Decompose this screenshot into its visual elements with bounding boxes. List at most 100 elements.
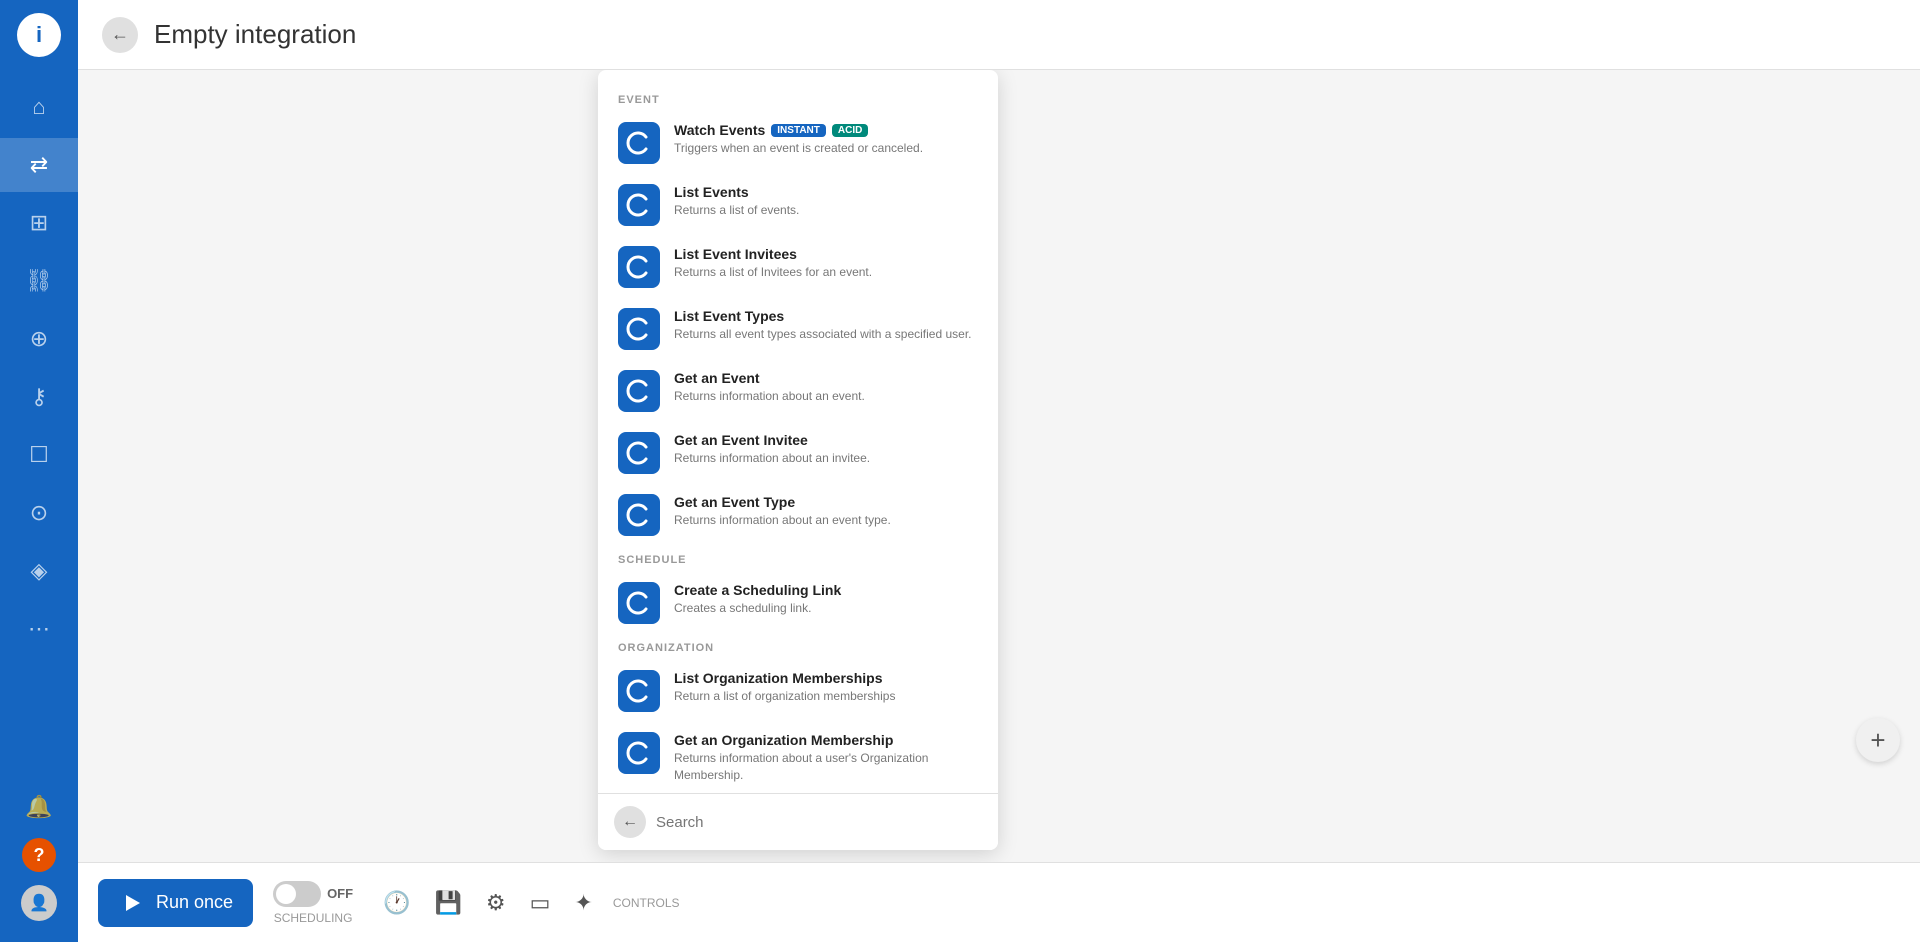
scheduling-section: OFF SCHEDULING bbox=[273, 881, 353, 925]
item-title-create-scheduling-link: Create a Scheduling Link bbox=[674, 582, 978, 598]
section-label-schedule: SCHEDULE bbox=[598, 546, 998, 572]
item-title-list-organization-memberships: List Organization Memberships bbox=[674, 670, 978, 686]
search-back-button[interactable]: ← bbox=[614, 806, 646, 838]
dropdown-item-get-organization-membership[interactable]: Get an Organization Membership Returns in… bbox=[598, 722, 998, 793]
item-icon-create-scheduling-link bbox=[618, 582, 660, 624]
sidebar-item-objects[interactable]: ◈ bbox=[0, 544, 78, 598]
dropdown-item-list-event-types[interactable]: List Event Types Returns all event types … bbox=[598, 298, 998, 360]
save-toolbar-button[interactable]: 💾 bbox=[434, 890, 461, 916]
layout-toolbar-button[interactable]: ▭ bbox=[530, 890, 551, 916]
mobile-icon: ☐ bbox=[29, 442, 49, 468]
item-title-list-event-types: List Event Types bbox=[674, 308, 978, 324]
item-text-get-an-event-type: Get an Event Type Returns information abo… bbox=[674, 494, 978, 529]
item-title-get-an-event-invitee: Get an Event Invitee bbox=[674, 432, 978, 448]
item-icon-list-event-types bbox=[618, 308, 660, 350]
sidebar-bottom: 🔔 ? 👤 bbox=[0, 780, 78, 942]
globe-icon: ⊕ bbox=[30, 326, 48, 352]
dropdown-item-list-organization-memberships[interactable]: List Organization MembershipsReturn a li… bbox=[598, 660, 998, 722]
canvas: ? EVENT Watch EventsINSTANTACIDTriggers … bbox=[78, 70, 1920, 862]
play-icon bbox=[118, 889, 146, 917]
scheduling-toggle[interactable] bbox=[273, 881, 321, 907]
sidebar-item-web[interactable]: ⊕ bbox=[0, 312, 78, 366]
clock-toolbar-button[interactable]: 🕐 bbox=[383, 890, 410, 916]
back-icon: ← bbox=[111, 24, 129, 45]
wand-toolbar-icon: ✦ bbox=[574, 890, 592, 916]
wand-toolbar-button[interactable]: ✦ bbox=[574, 890, 592, 916]
clock-toolbar-icon: 🕐 bbox=[383, 890, 410, 916]
item-desc-create-scheduling-link: Creates a scheduling link. bbox=[674, 600, 978, 617]
item-desc-get-organization-membership: Returns information about a user's Organ… bbox=[674, 750, 978, 784]
app-logo[interactable]: i bbox=[17, 13, 61, 57]
add-module-button[interactable]: + bbox=[1856, 718, 1900, 762]
page-title: Empty integration bbox=[154, 19, 356, 50]
topbar: ← Empty integration bbox=[78, 0, 1920, 70]
item-desc-watch-events: Triggers when an event is created or can… bbox=[674, 140, 978, 157]
toggle-group: OFF bbox=[273, 881, 353, 907]
item-icon-list-event-invitees bbox=[618, 246, 660, 288]
sidebar-logo: i bbox=[0, 0, 78, 70]
dropdown-item-get-an-event[interactable]: Get an EventReturns information about an… bbox=[598, 360, 998, 422]
run-once-label: Run once bbox=[156, 892, 233, 913]
search-input[interactable] bbox=[656, 814, 982, 831]
toggle-off-label: OFF bbox=[327, 886, 353, 901]
avatar-icon: 👤 bbox=[29, 893, 49, 913]
item-icon-get-an-event-invitee bbox=[618, 432, 660, 474]
item-desc-list-events: Returns a list of events. bbox=[674, 202, 978, 219]
avatar: 👤 bbox=[21, 885, 57, 921]
sidebar-item-avatar[interactable]: 👤 bbox=[0, 876, 78, 930]
sidebar-item-apps[interactable]: ⊞ bbox=[0, 196, 78, 250]
item-desc-get-an-event-type: Returns information about an event type. bbox=[674, 512, 978, 529]
back-button[interactable]: ← bbox=[102, 17, 138, 53]
item-icon-get-organization-membership bbox=[618, 732, 660, 774]
item-title-watch-events: Watch EventsINSTANTACID bbox=[674, 122, 978, 138]
help-icon: ? bbox=[34, 845, 45, 866]
section-label-organization: ORGANIZATION bbox=[598, 634, 998, 660]
controls-label: CONTROLS bbox=[613, 896, 680, 910]
dropdown-item-watch-events[interactable]: Watch EventsINSTANTACIDTriggers when an … bbox=[598, 112, 998, 174]
main-area: ← Empty integration ? EVENT bbox=[78, 0, 1920, 942]
dropdown-item-get-an-event-type[interactable]: Get an Event Type Returns information abo… bbox=[598, 484, 998, 546]
dropdown-item-get-an-event-invitee[interactable]: Get an Event InviteeReturns information … bbox=[598, 422, 998, 484]
item-text-list-event-types: List Event Types Returns all event types … bbox=[674, 308, 978, 343]
settings-toolbar-icon: ⚙ bbox=[486, 890, 506, 916]
module-picker-scroll[interactable]: EVENT Watch EventsINSTANTACIDTriggers wh… bbox=[598, 70, 998, 793]
more-icon: ⋯ bbox=[28, 616, 50, 642]
apps-icon: ⊞ bbox=[30, 210, 48, 236]
sidebar-item-keys[interactable]: ⚷ bbox=[0, 370, 78, 424]
sidebar-item-mobile[interactable]: ☐ bbox=[0, 428, 78, 482]
item-icon-watch-events bbox=[618, 122, 660, 164]
item-desc-list-event-types: Returns all event types associated with … bbox=[674, 326, 978, 343]
badge-instant-watch-events: INSTANT bbox=[771, 124, 826, 137]
item-text-list-events: List EventsReturns a list of events. bbox=[674, 184, 978, 219]
search-bar: ← bbox=[598, 793, 998, 850]
settings-toolbar-button[interactable]: ⚙ bbox=[486, 890, 506, 916]
help-button[interactable]: ? bbox=[22, 838, 56, 872]
badge-acid-watch-events: ACID bbox=[832, 124, 868, 137]
plus-icon: + bbox=[1870, 725, 1885, 756]
bell-icon: 🔔 bbox=[25, 794, 52, 820]
database-icon: ⊙ bbox=[30, 500, 48, 526]
item-icon-list-organization-memberships bbox=[618, 670, 660, 712]
item-text-list-event-invitees: List Event InviteesReturns a list of Inv… bbox=[674, 246, 978, 281]
sidebar-item-connections[interactable]: ⛓ bbox=[0, 254, 78, 308]
sidebar: i ⌂ ⇄ ⊞ ⛓ ⊕ ⚷ ☐ ⊙ ◈ ⋯ bbox=[0, 0, 78, 942]
dropdown-item-list-events[interactable]: List EventsReturns a list of events. bbox=[598, 174, 998, 236]
item-title-get-an-event: Get an Event bbox=[674, 370, 978, 386]
item-title-get-organization-membership: Get an Organization Membership bbox=[674, 732, 978, 748]
sidebar-item-more[interactable]: ⋯ bbox=[0, 602, 78, 656]
cube-icon: ◈ bbox=[31, 558, 48, 584]
sidebar-item-integrations[interactable]: ⇄ bbox=[0, 138, 78, 192]
dropdown-item-list-event-invitees[interactable]: List Event InviteesReturns a list of Inv… bbox=[598, 236, 998, 298]
section-label-event: EVENT bbox=[598, 86, 998, 112]
run-once-button[interactable]: Run once bbox=[98, 879, 253, 927]
item-title-get-an-event-type: Get an Event Type bbox=[674, 494, 978, 510]
dropdown-item-create-scheduling-link[interactable]: Create a Scheduling Link Creates a schedu… bbox=[598, 572, 998, 634]
links-icon: ⛓ bbox=[25, 268, 53, 294]
sidebar-item-home[interactable]: ⌂ bbox=[0, 80, 78, 134]
sidebar-item-notifications[interactable]: 🔔 bbox=[0, 780, 78, 834]
sidebar-item-database[interactable]: ⊙ bbox=[0, 486, 78, 540]
item-icon-list-events bbox=[618, 184, 660, 226]
integrations-icon: ⇄ bbox=[30, 152, 48, 178]
item-desc-list-event-invitees: Returns a list of Invitees for an event. bbox=[674, 264, 978, 281]
bottom-toolbar: Run once OFF SCHEDULING 🕐 💾 ⚙ ▭ ✦ bbox=[78, 862, 1920, 942]
